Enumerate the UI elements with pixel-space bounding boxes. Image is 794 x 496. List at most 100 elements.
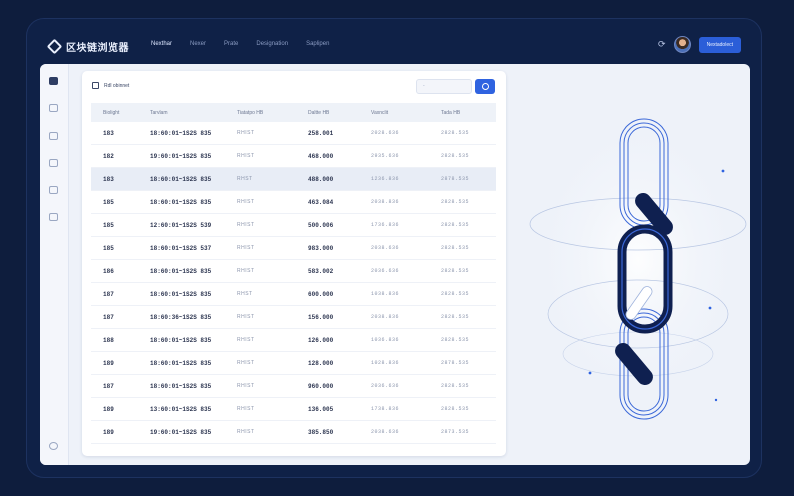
nav-item-5[interactable]: Saplipen	[306, 41, 329, 47]
column-header[interactable]: Tarvlam	[138, 103, 225, 122]
nav-item-4[interactable]: Designation	[256, 41, 288, 47]
table-cell: 2828.535	[429, 122, 496, 145]
table-cell: 12:60:01~1S2S 539	[138, 213, 225, 237]
table-row[interactable]: 183 18:60:01~1S2S 835 RHIST 258.001 2028.636…	[91, 122, 496, 145]
column-header[interactable]: Tada HB	[429, 103, 496, 122]
spark-dot	[588, 371, 592, 375]
table-cell: 2038.836	[359, 305, 429, 329]
table-cell: RHIST	[225, 397, 296, 421]
table-row[interactable]: 189 13:60:01~1S2S 835 RHIST 136.005 1738.836…	[91, 397, 496, 421]
table-row[interactable]: 189 19:60:01~1S2S 835 RHIST 385.850 2038.636…	[91, 420, 496, 444]
avatar[interactable]	[673, 36, 691, 53]
search-button[interactable]	[475, 79, 495, 94]
table-cell: 600.000	[296, 282, 359, 306]
column-header[interactable]: Tiatatpo HB	[225, 103, 296, 122]
table-cell: 468.000	[296, 144, 359, 168]
header-tools: ⟳ Nextadolect	[658, 36, 741, 53]
column-header[interactable]: Biolight	[91, 103, 138, 122]
table-cell: 463.084	[296, 190, 359, 214]
column-header[interactable]: Daltte HB	[296, 103, 359, 122]
search-input[interactable]: -	[416, 79, 472, 94]
table-cell: 583.002	[296, 259, 359, 283]
table-row[interactable]: 185 18:60:01~1S2S 537 RHIST 983.000 2038.636…	[91, 236, 496, 260]
search-icon	[482, 83, 489, 90]
table-cell: RHIST	[225, 144, 296, 168]
home-icon[interactable]	[49, 77, 58, 85]
table-cell: 500.006	[296, 213, 359, 237]
table-row[interactable]: 187 18:60:36~1S2S 835 RHIST 156.000 2038.836…	[91, 305, 496, 329]
table-cell: RHIST	[225, 351, 296, 375]
table-cell: RHIST	[225, 122, 296, 145]
table-cell: 185	[91, 190, 138, 214]
table-row[interactable]: 187 18:60:01~1S2S 835 RHST 600.000 1038.836 2…	[91, 282, 496, 306]
spark-dot	[708, 306, 712, 310]
table-row[interactable]: 188 18:60:01~1S2S 835 RHIST 126.000 1036.836…	[91, 328, 496, 352]
database-icon[interactable]	[49, 186, 58, 194]
table-cell: 2028.636	[359, 122, 429, 145]
table-cell: 189	[91, 397, 138, 421]
spark-dot	[721, 169, 725, 173]
table-cell: 2828.535	[429, 259, 496, 283]
blocks-icon[interactable]	[49, 104, 58, 112]
card-title: Rdl obinnet	[104, 82, 130, 89]
table-cell: 18:60:01~1S2S 835	[138, 190, 225, 214]
table-row[interactable]: 182 19:60:01~1S2S 835 RHIST 468.000 2935.636…	[91, 144, 496, 168]
table-cell: 18:60:01~1S2S 835	[138, 259, 225, 283]
grid-icon[interactable]	[49, 159, 58, 167]
table-cell: RHST	[225, 167, 296, 191]
table-header-row: Biolight Tarvlam Tiatatpo HB Daltte HB V…	[91, 103, 496, 122]
table-cell: 2828.535	[429, 328, 496, 352]
table-cell: 136.005	[296, 397, 359, 421]
table-cell: 128.000	[296, 351, 359, 375]
table-cell: 187	[91, 305, 138, 329]
table-cell: 185	[91, 236, 138, 260]
table-row[interactable]: 186 18:60:01~1S2S 835 RHIST 583.002 2036.636…	[91, 259, 496, 283]
document-icon[interactable]	[49, 132, 58, 140]
table-cell: 18:60:01~1S2S 835	[138, 351, 225, 375]
table-cell: 2038.636	[359, 236, 429, 260]
table-cell: 1036.836	[359, 328, 429, 352]
nav-item-3[interactable]: Prate	[224, 41, 238, 47]
table-cell: RHIST	[225, 259, 296, 283]
table-cell: RHIST	[225, 374, 296, 398]
table-cell: 2828.535	[429, 374, 496, 398]
table-cell: RHIST	[225, 305, 296, 329]
table-cell: 983.000	[296, 236, 359, 260]
table-cell: 126.000	[296, 328, 359, 352]
table-cell: 258.001	[296, 122, 359, 145]
file-icon[interactable]	[49, 213, 58, 221]
table-cell: 18:60:01~1S2S 835	[138, 167, 225, 191]
table-cell: 182	[91, 144, 138, 168]
table-cell: 2038.636	[359, 420, 429, 444]
table-cell: 189	[91, 351, 138, 375]
header-cta-button[interactable]: Nextadolect	[698, 36, 741, 53]
table-cell: RHIST	[225, 236, 296, 260]
table-cell: 2878.535	[429, 167, 496, 191]
table-cell: 19:60:01~1S2S 835	[138, 144, 225, 168]
table-cell: 2828.535	[429, 190, 496, 214]
table-cell: 189	[91, 420, 138, 444]
table-row[interactable]: 189 18:60:01~1S2S 835 RHIST 128.000 1028.836…	[91, 351, 496, 375]
table-row[interactable]: 185 12:60:01~1S2S 539 RHIST 500.006 1736.836…	[91, 213, 496, 237]
table-row[interactable]: 187 18:60:01~1S2S 835 RHIST 960.000 2036.636…	[91, 374, 496, 398]
column-header[interactable]: Vaxnclit	[359, 103, 429, 122]
nav-item-1[interactable]: Nexthar	[151, 41, 172, 47]
table-cell: 156.000	[296, 305, 359, 329]
table-cell: 18:60:01~1S2S 537	[138, 236, 225, 260]
nav-item-2[interactable]: Nexer	[190, 41, 206, 47]
table-row[interactable]: 183 18:60:01~1S2S 835 RHST 488.000 1236.836 2…	[91, 167, 496, 191]
chain-graphic	[528, 109, 748, 420]
settings-icon[interactable]	[49, 442, 58, 450]
table-row[interactable]: 185 18:60:01~1S2S 835 RHIST 463.084 2038.836…	[91, 190, 496, 214]
table-cell: 187	[91, 374, 138, 398]
table-cell: 960.000	[296, 374, 359, 398]
table-cell: 1038.836	[359, 282, 429, 306]
blockchain-illustration	[506, 64, 750, 465]
table-cell: 2935.636	[359, 144, 429, 168]
table-cell: 1236.836	[359, 167, 429, 191]
refresh-icon[interactable]: ⟳	[658, 39, 666, 50]
app-logo[interactable]: 区块链浏览器	[46, 38, 129, 55]
table-cell: 2828.535	[429, 305, 496, 329]
app-title: 区块链浏览器	[66, 43, 129, 54]
table-cell: 185	[91, 213, 138, 237]
